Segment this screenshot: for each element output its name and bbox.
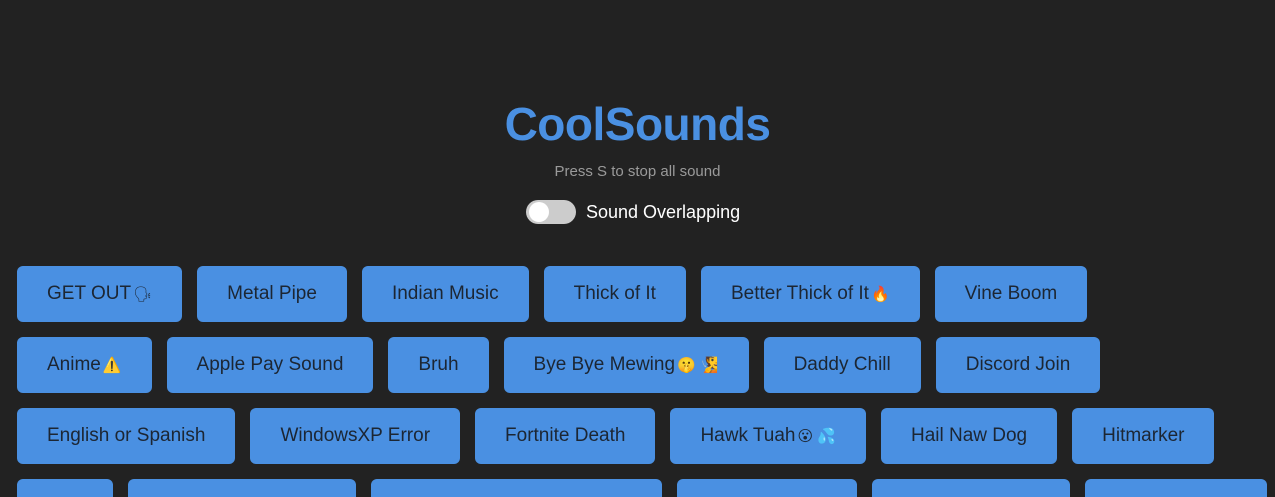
sound-button-label: Anime <box>47 354 101 375</box>
sound-button-label: Vine Boom <box>964 283 1058 304</box>
sound-button-get-out[interactable]: GET OUT 🗣 <box>17 266 183 322</box>
sound-button-hawk-tuah[interactable]: Hawk Tuah 😮 💦 <box>670 408 866 464</box>
sound-button-grid: GET OUT 🗣 Metal Pipe Indian Music Thick of I… <box>17 266 1275 479</box>
sound-button-label: Metal Pipe <box>227 283 317 304</box>
sound-button-fortnite-death[interactable]: Fortnite Death <box>475 408 656 464</box>
sound-button-bruh[interactable]: Bruh <box>388 337 489 393</box>
sound-button-better-thick-of-it[interactable]: Better Thick of It 🔥 <box>700 266 920 322</box>
sound-row-partial <box>17 479 1275 497</box>
sound-button-hitmarker[interactable]: Hitmarker <box>1072 408 1215 464</box>
sound-button-label: English or Spanish <box>47 425 206 446</box>
sound-overlapping-toggle[interactable] <box>526 200 576 224</box>
sound-button-label: GET OUT <box>47 283 132 304</box>
sound-emoji-icon: 🔥 <box>870 286 890 303</box>
sound-emoji-icon: 🤫 🧏 <box>677 357 719 374</box>
sound-button-anime[interactable]: Anime ⚠️ <box>17 337 152 393</box>
sound-button-label: Fortnite Death <box>505 425 626 446</box>
sound-button-discord-join[interactable]: Discord Join <box>935 337 1101 393</box>
page-subtitle: Press S to stop all sound <box>554 163 721 180</box>
sound-button-label: Discord Join <box>965 354 1071 375</box>
sound-button-partial[interactable] <box>371 479 662 497</box>
sound-button-label: Hail Naw Dog <box>910 425 1028 446</box>
sound-button-partial[interactable] <box>128 479 356 497</box>
sound-button-bye-bye-mewing[interactable]: Bye Bye Mewing 🤫 🧏 <box>503 337 749 393</box>
sound-button-partial[interactable] <box>1085 479 1267 497</box>
toggle-knob <box>529 202 549 222</box>
sound-button-label: Bruh <box>418 354 459 375</box>
sound-row: GET OUT 🗣 Metal Pipe Indian Music Thick of I… <box>17 266 1275 322</box>
sound-button-apple-pay-sound[interactable]: Apple Pay Sound <box>166 337 374 393</box>
sound-button-label: Apple Pay Sound <box>196 354 344 375</box>
sound-overlapping-label: Sound Overlapping <box>586 201 741 222</box>
sound-button-label: Daddy Chill <box>793 354 891 375</box>
sound-button-thick-of-it[interactable]: Thick of It <box>543 266 686 322</box>
page: CoolSounds Press S to stop all sound Sou… <box>0 0 1275 497</box>
sound-button-windowsxp-error[interactable]: WindowsXP Error <box>250 408 461 464</box>
sound-button-vine-boom[interactable]: Vine Boom <box>934 266 1088 322</box>
sound-button-hail-naw-dog[interactable]: Hail Naw Dog <box>880 408 1058 464</box>
sound-button-partial[interactable] <box>872 479 1070 497</box>
sound-button-english-or-spanish[interactable]: English or Spanish <box>17 408 236 464</box>
sound-button-partial[interactable] <box>677 479 857 497</box>
sound-button-label: Hitmarker <box>1102 425 1185 446</box>
sound-button-indian-music[interactable]: Indian Music <box>361 266 529 322</box>
sound-row: English or Spanish WindowsXP Error Fortnit… <box>17 408 1275 464</box>
sound-button-label: Hawk Tuah <box>700 425 796 446</box>
sound-button-partial[interactable] <box>17 479 113 497</box>
sound-button-metal-pipe[interactable]: Metal Pipe <box>197 266 347 322</box>
sound-button-label: Better Thick of It <box>730 283 869 304</box>
sound-button-label: Thick of It <box>573 283 656 304</box>
sound-emoji-icon: 🗣 <box>133 286 153 303</box>
sound-emoji-icon: 😮 💦 <box>797 428 836 445</box>
page-title: CoolSounds <box>504 98 771 150</box>
sound-row: Anime ⚠️ Apple Pay Sound Bruh Bye Bye Mewing… <box>17 337 1275 393</box>
sound-button-label: WindowsXP Error <box>280 425 431 446</box>
sound-button-label: Bye Bye Mewing <box>533 354 676 375</box>
sound-button-daddy-chill[interactable]: Daddy Chill <box>763 337 921 393</box>
sound-emoji-icon: ⚠️ <box>102 357 122 374</box>
sound-overlapping-toggle-row: Sound Overlapping <box>526 199 740 225</box>
sound-button-label: Indian Music <box>391 283 499 304</box>
